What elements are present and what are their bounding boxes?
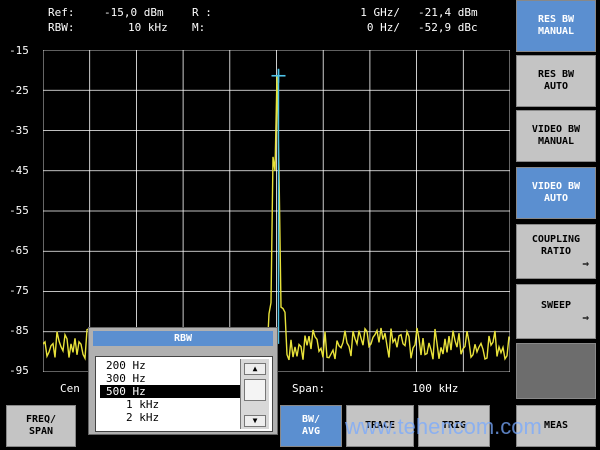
softkey-video-bw-manual[interactable]: VIDEO BW MANUAL (516, 110, 596, 162)
m-label: M: (192, 21, 206, 34)
span-label: Span: (292, 382, 326, 395)
softkey-line2: MANUAL (537, 136, 575, 147)
rbw-label: RBW: (48, 21, 75, 34)
softkey-video-bw-auto[interactable]: VIDEO BW AUTO (516, 167, 596, 219)
softkey-line1: COUPLING (531, 233, 581, 245)
spectrum-trace (43, 75, 510, 362)
rbw-option[interactable]: 1 kHz (100, 398, 244, 411)
rbw-option-list[interactable]: 200 Hz 300 Hz 500 Hz 1 kHz 2 kHz ▲ ▼ (95, 356, 273, 432)
softkey-line2: RATIO (540, 245, 572, 257)
scroll-down-icon[interactable]: ▼ (244, 415, 266, 427)
y-label: -75 (9, 284, 29, 297)
softkey-line1: VIDEO BW (531, 181, 581, 192)
softkey-blank (516, 343, 596, 399)
softkey-coupling-ratio[interactable]: COUPLING RATIO ⇒ (516, 224, 596, 279)
marker-freq-1: 1 GHz/ (360, 6, 400, 19)
arrow-right-icon: ⇒ (582, 256, 589, 270)
softkey-line2: AUTO (543, 193, 569, 204)
softkey-res-bw-manual[interactable]: RES BW MANUAL (516, 0, 596, 52)
key-freq-span[interactable]: FREQ/ SPAN (6, 405, 76, 447)
softkey-res-bw-auto[interactable]: RES BW AUTO (516, 55, 596, 107)
softkey-line2: MANUAL (537, 26, 575, 37)
marker-level-2: -52,9 dBc (418, 21, 478, 34)
rbw-option[interactable]: 200 Hz (100, 359, 244, 372)
y-label: -55 (9, 204, 29, 217)
y-label: -65 (9, 244, 29, 257)
rbw-option[interactable]: 2 kHz (100, 411, 244, 424)
scroll-thumb[interactable] (244, 379, 266, 401)
rbw-dialog[interactable]: RBW 200 Hz 300 Hz 500 Hz 1 kHz 2 kHz ▲ ▼ (88, 327, 278, 435)
rbw-value: 10 kHz (128, 21, 168, 34)
spectrum-display[interactable] (43, 50, 510, 372)
scroll-up-icon[interactable]: ▲ (244, 363, 266, 375)
softkey-sweep[interactable]: SWEEP ⇒ (516, 284, 596, 339)
key-line1: MEAS (543, 420, 569, 431)
center-label: Cen (60, 382, 80, 395)
ref-value: -15,0 dBm (104, 6, 164, 19)
y-label: -95 (9, 364, 29, 377)
r-label: R : (192, 6, 212, 19)
marker-freq-2: 0 Hz/ (366, 21, 400, 34)
key-line1: BW/ (301, 414, 321, 425)
y-label: -85 (9, 324, 29, 337)
y-label: -45 (9, 164, 29, 177)
rbw-option-selected[interactable]: 500 Hz (100, 385, 244, 398)
key-line2: SPAN (28, 426, 54, 437)
softkey-line1: RES BW (537, 69, 575, 80)
softkey-line2: AUTO (543, 81, 569, 92)
key-line1: FREQ/ (25, 414, 57, 425)
softkey-line1: VIDEO BW (531, 124, 581, 135)
rbw-option[interactable]: 300 Hz (100, 372, 244, 385)
ref-label: Ref: (48, 6, 75, 19)
rbw-dialog-title: RBW (93, 331, 273, 346)
marker-cross-icon (271, 68, 286, 83)
softkey-line1: RES BW (537, 14, 575, 25)
y-label: -25 (9, 84, 29, 97)
key-bw-avg[interactable]: BW/ AVG (280, 405, 342, 447)
span-value: 100 kHz (412, 382, 459, 395)
key-line2: AVG (301, 426, 321, 437)
y-label: -15 (9, 44, 29, 57)
rbw-scrollbar[interactable]: ▲ ▼ (240, 359, 269, 429)
softkey-line1: SWEEP (540, 299, 572, 311)
watermark: www.tehencom.com (345, 414, 542, 439)
arrow-right-icon: ⇒ (582, 310, 589, 324)
y-label: -35 (9, 124, 29, 137)
marker-level-1: -21,4 dBm (418, 6, 478, 19)
